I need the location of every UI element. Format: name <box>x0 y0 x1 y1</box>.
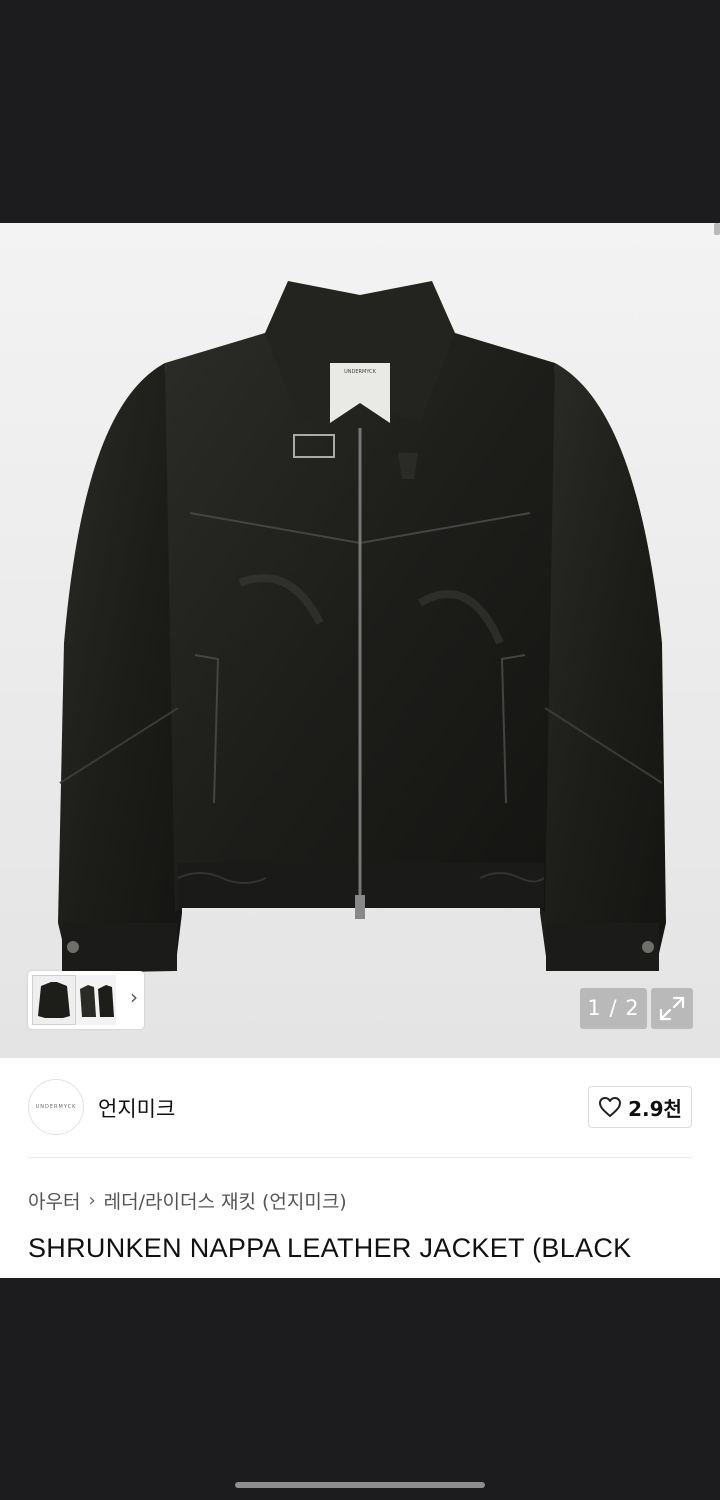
chevron-right-icon: › <box>88 1190 96 1211</box>
thumbnail-jacket-front[interactable] <box>32 975 76 1025</box>
thumbnail-strip[interactable]: › <box>28 971 144 1029</box>
heart-icon <box>599 1097 622 1117</box>
product-title: SHRUNKEN NAPPA LEATHER JACKET (BLACK <box>28 1233 632 1263</box>
like-count: 2.9천 <box>628 1096 682 1121</box>
brand-avatar[interactable]: UNDERMYCK <box>28 1079 84 1135</box>
brand-name[interactable]: 언지미크 <box>98 1093 175 1123</box>
expand-button[interactable] <box>651 988 693 1029</box>
product-page: UNDERMYCK › 1 / 2 UNDERMYCK 언지미크 2.9천 아우… <box>0 223 720 1278</box>
status-area <box>0 0 720 223</box>
brand-row: UNDERMYCK 언지미크 2.9천 <box>0 1058 720 1158</box>
product-image-gallery[interactable]: UNDERMYCK › 1 / 2 <box>0 223 720 1058</box>
breadcrumb-subcategory[interactable]: 레더/라이더스 재킷 (언지미크) <box>104 1187 347 1214</box>
breadcrumb: 아우터 › 레더/라이더스 재킷 (언지미크) <box>28 1187 347 1214</box>
home-indicator[interactable] <box>235 1482 485 1488</box>
like-button[interactable]: 2.9천 <box>588 1086 692 1128</box>
jacket-label: UNDERMYCK <box>344 369 376 375</box>
chevron-right-icon[interactable]: › <box>130 985 138 1009</box>
expand-icon <box>659 996 685 1021</box>
product-image: UNDERMYCK <box>58 281 666 973</box>
scrollbar[interactable] <box>714 223 720 235</box>
divider <box>28 1157 692 1158</box>
thumbnail-jacket-side[interactable] <box>76 975 116 1025</box>
page-indicator: 1 / 2 <box>580 988 647 1029</box>
breadcrumb-category[interactable]: 아우터 <box>28 1187 80 1214</box>
